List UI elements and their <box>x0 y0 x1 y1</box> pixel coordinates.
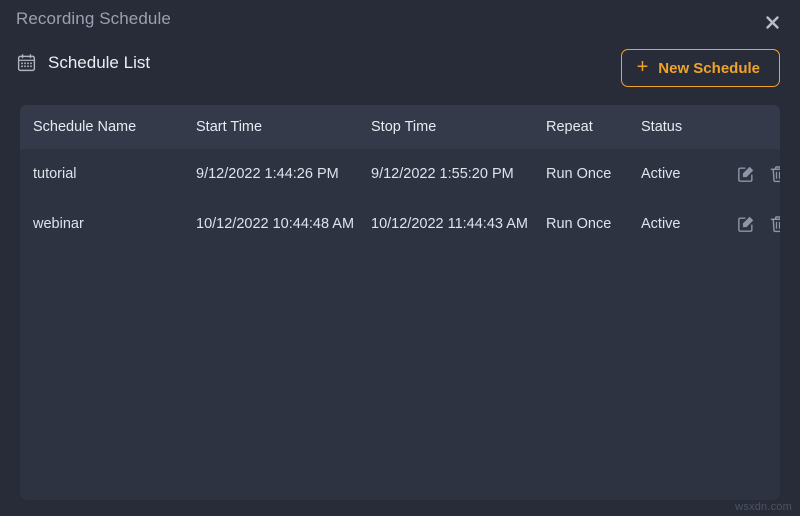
cell-status: Active <box>641 166 736 182</box>
cell-stop-time: 9/12/2022 1:55:20 PM <box>371 166 546 182</box>
table-header-row: Schedule Name Start Time Stop Time Repea… <box>20 105 780 149</box>
close-icon[interactable] <box>758 8 786 36</box>
column-header-repeat: Repeat <box>546 119 641 135</box>
trash-icon[interactable] <box>768 214 780 234</box>
dialog-titlebar: Recording Schedule <box>0 0 800 42</box>
cell-stop-time: 10/12/2022 11:44:43 AM <box>371 216 546 232</box>
column-header-schedule-name: Schedule Name <box>33 119 196 135</box>
cell-start-time: 10/12/2022 10:44:48 AM <box>196 216 371 232</box>
row-actions <box>736 164 780 184</box>
column-header-stop-time: Stop Time <box>371 119 546 135</box>
schedule-list-subheader: Schedule List + New Schedule <box>0 46 800 92</box>
column-header-start-time: Start Time <box>196 119 371 135</box>
row-actions <box>736 214 780 234</box>
table-row[interactable]: webinar 10/12/2022 10:44:48 AM 10/12/202… <box>20 199 780 249</box>
trash-icon[interactable] <box>768 164 780 184</box>
table-row[interactable]: tutorial 9/12/2022 1:44:26 PM 9/12/2022 … <box>20 149 780 199</box>
plus-icon: + <box>637 57 649 77</box>
column-header-status: Status <box>641 119 736 135</box>
cell-start-time: 9/12/2022 1:44:26 PM <box>196 166 371 182</box>
schedule-list-label: Schedule List <box>48 53 150 73</box>
new-schedule-button[interactable]: + New Schedule <box>621 49 780 87</box>
cell-repeat: Run Once <box>546 216 641 232</box>
watermark: wsxdn.com <box>735 501 792 513</box>
recording-schedule-dialog: Recording Schedule <box>0 0 800 516</box>
calendar-icon <box>16 52 37 73</box>
edit-icon[interactable] <box>736 214 756 234</box>
cell-status: Active <box>641 216 736 232</box>
new-schedule-label: New Schedule <box>658 60 760 77</box>
schedule-list-heading: Schedule List <box>16 52 150 73</box>
cell-repeat: Run Once <box>546 166 641 182</box>
schedule-table-panel: Schedule Name Start Time Stop Time Repea… <box>20 105 780 500</box>
cell-schedule-name: tutorial <box>33 166 196 182</box>
edit-icon[interactable] <box>736 164 756 184</box>
cell-schedule-name: webinar <box>33 216 196 232</box>
dialog-title: Recording Schedule <box>16 9 171 29</box>
